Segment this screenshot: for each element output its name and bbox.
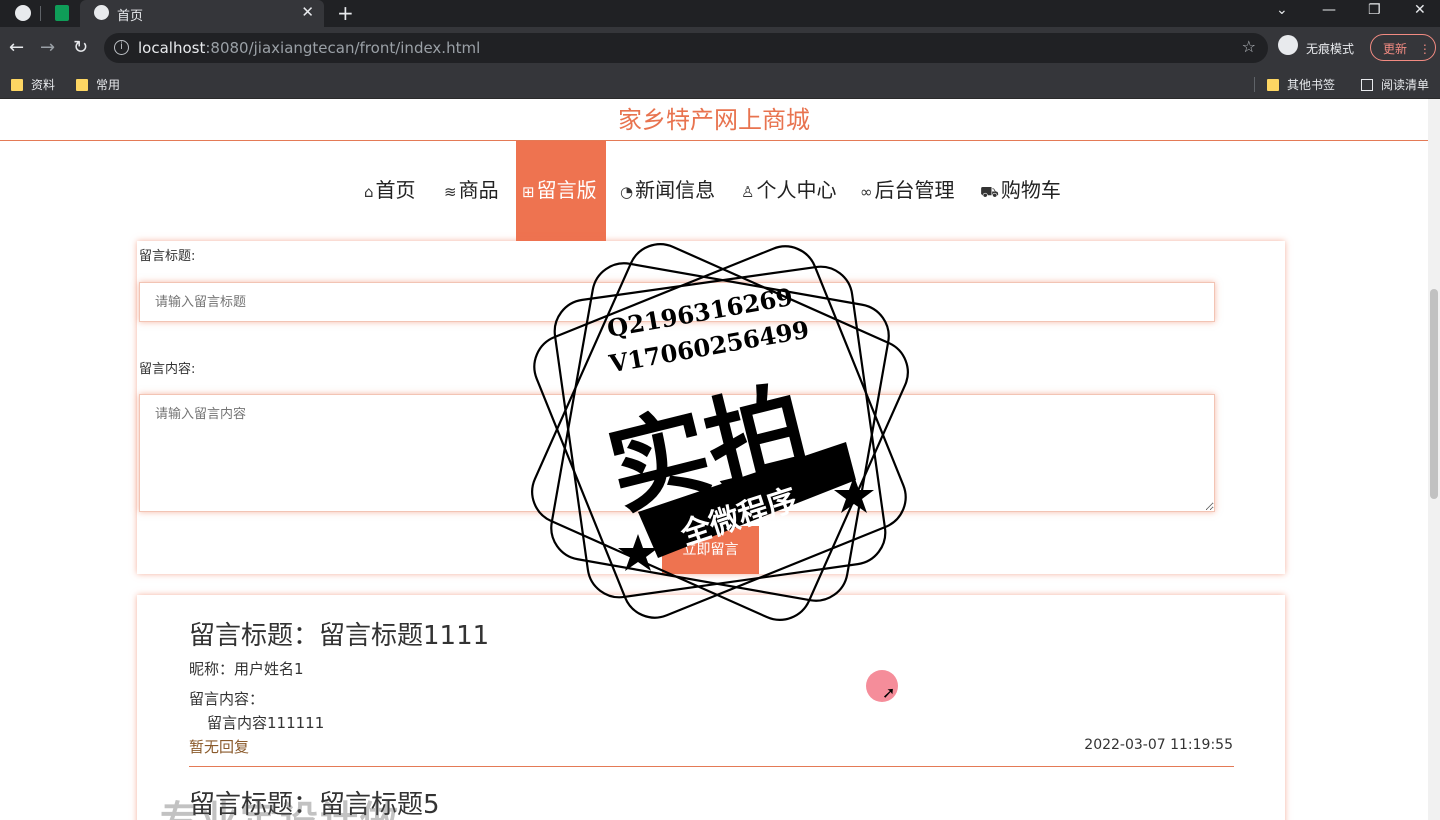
home-icon: ⌂ <box>364 183 374 201</box>
window-close-button[interactable]: ✕ <box>1414 2 1426 18</box>
main-nav: ⌂ 首页 ≋ 商品 ⊞ 留言版 ◔ 新闻信息 ♙ 个人中心 ∞ 后台管理 ⛟ 购物车 <box>0 141 1428 241</box>
nav-home[interactable]: ⌂ 首页 <box>364 141 416 241</box>
nav-products[interactable]: ≋ 商品 <box>444 141 499 241</box>
incognito-label: 无痕模式 <box>1306 42 1355 56</box>
bookmarks-bar: 资料 常用 其他书签 阅读清单 <box>0 69 1440 99</box>
browser-globe-icon[interactable] <box>15 5 31 21</box>
message-nickname: 昵称：用户姓名1 <box>189 660 304 678</box>
scrollbar-thumb[interactable] <box>1430 289 1438 499</box>
watermark-stamp: Q2196316269 V17060256499 实拍 全微程序 <box>528 240 912 624</box>
tab-search-icon[interactable]: ⌄ <box>1276 2 1288 18</box>
close-icon[interactable]: ✕ <box>301 3 314 21</box>
forward-icon[interactable]: → <box>40 37 55 58</box>
reading-list[interactable]: 阅读清单 <box>1361 76 1429 93</box>
reading-list-icon <box>1361 79 1373 91</box>
message-reply: 暂无回复 <box>189 738 250 756</box>
sheets-pinned-tab-icon[interactable] <box>55 5 69 21</box>
tab-separator <box>40 6 41 21</box>
new-tab-button[interactable]: + <box>337 1 354 25</box>
browser-toolbar: ← → ↻ i localhost:8080/jiaxiangtecan/fro… <box>0 27 1440 69</box>
active-browser-tab[interactable]: 首页 ✕ <box>80 0 324 27</box>
folder-icon <box>1267 79 1279 91</box>
content-label: 留言内容: <box>139 362 196 377</box>
bookmark-folder-ziliao[interactable]: 资料 <box>11 76 55 93</box>
bookmarks-separator <box>1254 77 1255 92</box>
message-title: 留言标题：留言标题1111 <box>189 621 490 651</box>
reload-icon[interactable]: ↻ <box>73 37 88 58</box>
back-icon[interactable]: ← <box>9 37 24 58</box>
restore-button[interactable]: ❐ <box>1368 2 1381 18</box>
nav-news[interactable]: ◔ 新闻信息 <box>620 141 715 241</box>
message-divider <box>189 766 1234 767</box>
gift-icon: ⊞ <box>522 183 535 201</box>
message-content-label: 留言内容： <box>189 690 265 708</box>
nav-admin[interactable]: ∞ 后台管理 <box>860 141 955 241</box>
layers-icon: ≋ <box>444 183 457 201</box>
url-text[interactable]: localhost:8080/jiaxiangtecan/front/index… <box>138 39 480 57</box>
site-header: 家乡特产网上商城 <box>0 99 1428 141</box>
mouse-cursor-icon: ➚ <box>882 683 896 702</box>
bookmark-folder-changyong[interactable]: 常用 <box>76 76 120 93</box>
link-icon: ∞ <box>860 183 873 201</box>
other-bookmarks[interactable]: 其他书签 <box>1267 76 1335 93</box>
bookmark-star-icon[interactable]: ☆ <box>1242 37 1256 56</box>
dashboard-icon: ◔ <box>620 183 634 201</box>
page-scrollbar[interactable] <box>1428 99 1440 820</box>
title-label: 留言标题: <box>139 249 196 264</box>
info-icon[interactable]: i <box>114 40 129 55</box>
user-icon: ♙ <box>741 183 755 201</box>
cart-icon: ⛟ <box>980 183 999 201</box>
nav-guestbook[interactable]: ⊞ 留言版 <box>516 141 606 241</box>
incognito-icon[interactable] <box>1278 35 1298 55</box>
minimize-button[interactable]: — <box>1322 2 1336 18</box>
folder-icon <box>11 79 23 91</box>
globe-icon <box>94 5 109 20</box>
tab-title: 首页 <box>117 9 144 24</box>
message-time: 2022-03-07 11:19:55 <box>1084 737 1233 753</box>
update-button[interactable]: 更新 ⋮ <box>1370 34 1436 61</box>
message-content: 留言内容111111 <box>207 714 325 732</box>
browser-tab-strip: 首页 ✕ + ⌄ — ❐ ✕ <box>0 0 1440 27</box>
address-bar[interactable]: i localhost:8080/jiaxiangtecan/front/ind… <box>104 33 1268 63</box>
folder-icon <box>76 79 88 91</box>
site-title: 家乡特产网上商城 <box>618 106 810 134</box>
nav-cart[interactable]: ⛟ 购物车 <box>980 141 1061 241</box>
bottom-watermark: 专业定设计做 <box>160 798 401 820</box>
message-list: 留言标题：留言标题1111 昵称：用户姓名1 留言内容： 留言内容111111 … <box>137 595 1285 820</box>
nav-user-center[interactable]: ♙ 个人中心 <box>741 141 836 241</box>
